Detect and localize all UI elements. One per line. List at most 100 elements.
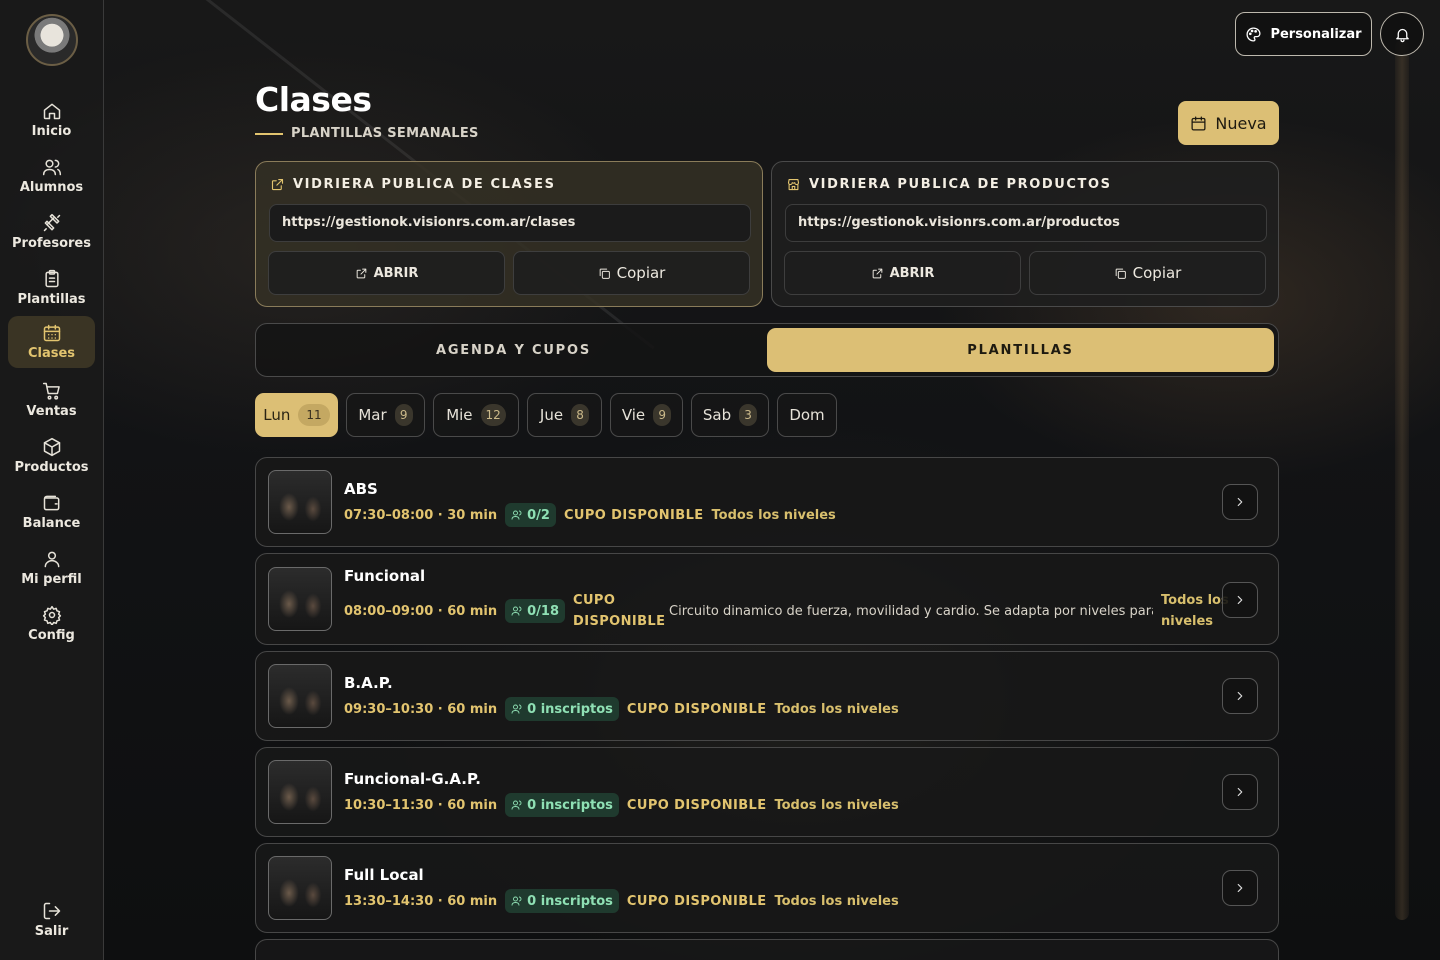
class-name: Full Local (344, 866, 424, 884)
day-label: Mar (358, 406, 387, 424)
class-name: ABS (344, 480, 378, 498)
users-icon (42, 159, 61, 176)
customize-label: Personalizar (1270, 26, 1362, 42)
day-tab-sab[interactable]: Sab 3 (691, 393, 769, 437)
sidebar-item-label: Productos (14, 460, 89, 475)
day-count-badge: 8 (571, 404, 590, 426)
vidriera-productos-url[interactable]: https://gestionok.visionrs.com.ar/produc… (785, 204, 1267, 242)
class-row[interactable] (255, 939, 1279, 960)
view-tabs: AGENDA Y CUPOS PLANTILLAS (255, 323, 1279, 377)
enrollment-chip: 0 inscriptos (505, 697, 619, 721)
enrollment-count: 0 inscriptos (527, 893, 613, 909)
sidebar-item-clases[interactable]: Clases (8, 316, 95, 368)
copy-productos-button[interactable]: Copiar (1029, 251, 1266, 295)
day-label: Jue (539, 406, 564, 424)
class-name: B.A.P. (344, 674, 393, 692)
sidebar-item-label: Mi perfil (21, 572, 82, 587)
class-meta: 10:30–11:30 · 60 min 0 inscriptos CUPO D… (344, 793, 899, 817)
vidriera-clases-url[interactable]: https://gestionok.visionrs.com.ar/clases (269, 204, 751, 242)
customize-button[interactable]: Personalizar (1235, 12, 1372, 56)
copy-icon (1115, 268, 1126, 279)
notifications-button[interactable] (1380, 12, 1424, 56)
brand-logo[interactable] (26, 14, 78, 66)
class-time: 08:00–09:00 · 60 min (344, 603, 498, 619)
open-label: ABRIR (889, 265, 935, 281)
class-row[interactable]: Funcional-G.A.P. 10:30–11:30 · 60 min 0 … (255, 747, 1279, 837)
day-label: Mie (446, 406, 473, 424)
copy-label: Copiar (616, 264, 666, 282)
class-time: 13:30–14:30 · 60 min (344, 893, 498, 909)
day-tab-jue[interactable]: Jue 8 (527, 393, 602, 437)
logout-button[interactable]: Salir (8, 894, 95, 946)
calendar-plus-icon (1191, 115, 1206, 131)
sidebar-item-label: Config (28, 628, 75, 643)
day-tab-lun[interactable]: Lun 11 (255, 393, 338, 437)
day-count-badge: 12 (480, 404, 506, 426)
palette-icon (1246, 26, 1261, 42)
cupo-status: CUPO DISPONIBLE (563, 507, 704, 523)
cupo-status: CUPO DISPONIBLE (626, 797, 767, 813)
sidebar-item-plantillas[interactable]: Plantillas (8, 262, 95, 314)
day-tab-dom[interactable]: Dom (777, 393, 837, 437)
vidriera-title-text: VIDRIERA PUBLICA DE CLASES (293, 177, 556, 192)
enrollment-count: 0 inscriptos (527, 797, 613, 813)
sidebar-item-label: Balance (22, 516, 81, 531)
open-class-button[interactable] (1222, 870, 1258, 906)
sidebar-item-balance[interactable]: Balance (8, 486, 95, 538)
class-row[interactable]: B.A.P. 09:30–10:30 · 60 min 0 inscriptos… (255, 651, 1279, 741)
class-row[interactable]: ABS 07:30–08:00 · 30 min 0/2 CUPO DISPON… (255, 457, 1279, 547)
sidebar-item-mi-perfil[interactable]: Mi perfil (8, 542, 95, 594)
class-row[interactable]: Full Local 13:30–14:30 · 60 min 0 inscri… (255, 843, 1279, 933)
class-row[interactable]: Funcional 08:00–09:00 · 60 min 0/18 CUPO… (255, 553, 1279, 645)
open-class-button[interactable] (1222, 484, 1258, 520)
open-class-button[interactable] (1222, 678, 1258, 714)
class-time: 07:30–08:00 · 30 min (344, 507, 498, 523)
vidriera-productos-card: VIDRIERA PUBLICA DE PRODUCTOS https://ge… (771, 161, 1279, 307)
tab-plantillas[interactable]: PLANTILLAS (767, 328, 1274, 372)
class-level: Todos los niveles (711, 507, 836, 523)
sidebar-item-alumnos[interactable]: Alumnos (8, 150, 95, 202)
logout-icon (43, 902, 60, 920)
copy-label: Copiar (1132, 264, 1182, 282)
class-level: Todos los niveles (774, 893, 899, 909)
sidebar-item-inicio[interactable]: Inicio (8, 94, 95, 146)
open-class-button[interactable] (1222, 582, 1258, 618)
enrollment-chip: 0/18 (505, 599, 566, 623)
cupo-status: CUPO DISPONIBLE (626, 893, 767, 909)
sidebar-item-ventas[interactable]: Ventas (8, 374, 95, 426)
sidebar-item-label: Ventas (26, 404, 77, 419)
enrollment-chip: 0 inscriptos (505, 889, 619, 913)
store-icon (787, 178, 800, 191)
day-tab-mar[interactable]: Mar 9 (346, 393, 425, 437)
enrollment-chip: 0 inscriptos (505, 793, 619, 817)
chevron-right-icon (1237, 883, 1243, 893)
day-tab-mie[interactable]: Mie 12 (433, 393, 519, 437)
class-thumbnail (268, 760, 332, 824)
class-time: 10:30–11:30 · 60 min (344, 797, 498, 813)
open-clases-button[interactable]: ABRIR (268, 251, 505, 295)
vidriera-clases-title: VIDRIERA PUBLICA DE CLASES (270, 177, 556, 192)
class-thumbnail (268, 470, 332, 534)
copy-clases-button[interactable]: Copiar (513, 251, 750, 295)
sidebar-item-label: Alumnos (19, 180, 84, 195)
external-link-icon (271, 178, 284, 191)
day-count-badge: 9 (653, 404, 672, 426)
cart-icon (42, 382, 60, 400)
sidebar-item-profesores[interactable]: Profesores (8, 206, 95, 258)
background-rope (1395, 40, 1409, 920)
new-class-button[interactable]: Nueva (1178, 101, 1279, 145)
new-class-label: Nueva (1215, 113, 1267, 133)
users-icon (511, 704, 522, 714)
class-meta: 07:30–08:00 · 30 min 0/2 CUPO DISPONIBLE… (344, 503, 836, 527)
day-tab-vie[interactable]: Vie 9 (610, 393, 683, 437)
day-label: Dom (789, 406, 825, 424)
day-label: Sab (702, 406, 732, 424)
sidebar-item-config[interactable]: Config (8, 598, 95, 650)
sidebar-item-productos[interactable]: Productos (8, 430, 95, 482)
open-productos-button[interactable]: ABRIR (784, 251, 1021, 295)
enrollment-count: 0/18 (527, 603, 560, 619)
external-link-icon (356, 268, 366, 278)
open-class-button[interactable] (1222, 774, 1258, 810)
day-label: Vie (621, 406, 646, 424)
tab-agenda-y-cupos[interactable]: AGENDA Y CUPOS (260, 328, 767, 372)
